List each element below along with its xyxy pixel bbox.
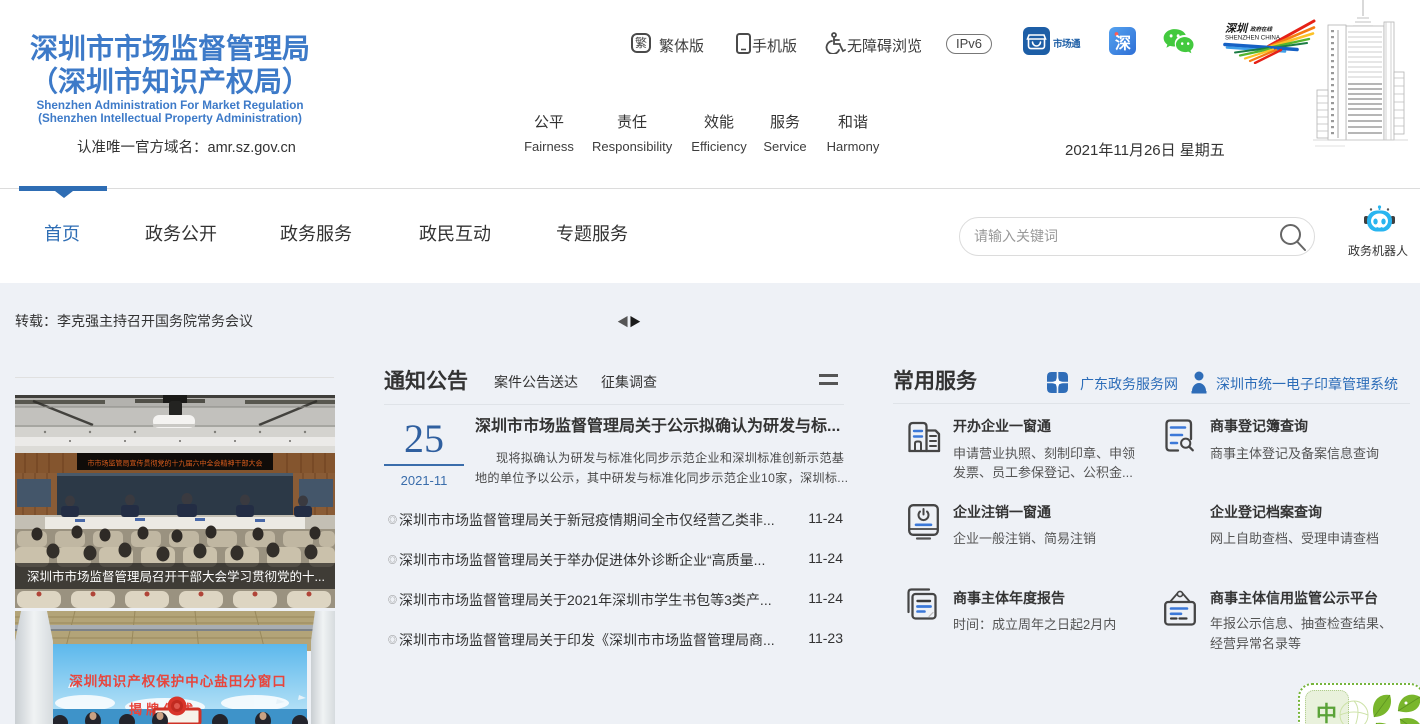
svg-text:政府在线: 政府在线 (1250, 26, 1274, 33)
svg-text:深圳知识产权保护中心盐田分窗口: 深圳知识产权保护中心盐田分窗口 (69, 673, 287, 689)
svg-text:市市场监管局宣传贯彻党的十九届六中全会精神干部大会: 市市场监管局宣传贯彻党的十九届六中全会精神干部大会 (88, 459, 263, 468)
svg-text:深圳: 深圳 (1225, 22, 1249, 35)
svg-text:深圳市市场监督管理局召开干部大会学习贯彻党的十...: 深圳市市场监督管理局召开干部大会学习贯彻党的十... (27, 569, 325, 584)
svg-text:SHENZHEN CHINA: SHENZHEN CHINA (1225, 35, 1281, 42)
svg-text:深: 深 (1115, 34, 1131, 53)
